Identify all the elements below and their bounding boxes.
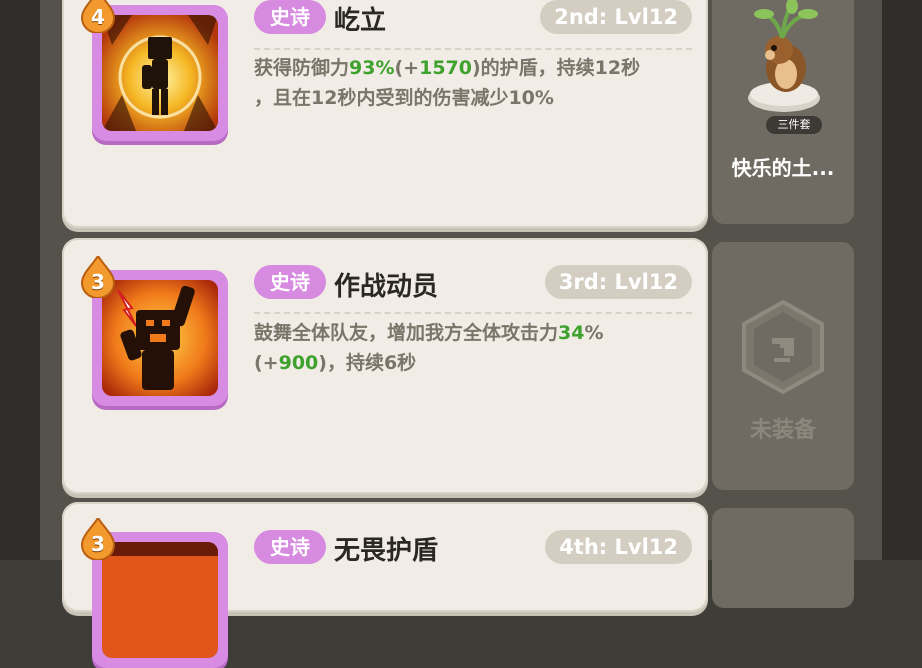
skill-description: 鼓舞全体队友，增加我方全体攻击力34% (+900)，持续6秒	[254, 322, 604, 374]
happy-groundhog-icon	[748, 0, 820, 112]
skill-card-1[interactable]: 4 史诗 屹立 2nd: Lvl12 获得防御力93%(+1570)的护盾，持续…	[62, 0, 708, 228]
skill-name: 作战动员	[334, 272, 439, 302]
skill-description: 获得防御力93%(+1570)的护盾，持续12秒 ，且在12秒内受到的伤害减少10…	[254, 57, 641, 109]
rarity-badge: 史诗	[254, 530, 326, 564]
skill-name: 无畏护盾	[334, 536, 439, 566]
skill-order-number: 4	[91, 5, 105, 29]
skill-icon-frame: 3	[80, 516, 228, 668]
skill-icon-frame: 3	[80, 254, 228, 406]
equipment-slot-2[interactable]: 未装备	[712, 242, 854, 490]
right-frame	[882, 0, 922, 560]
skill-card-3[interactable]: 3 史诗 无畏护盾 4th: Lvl12	[62, 502, 708, 668]
skill-icon-frame: 4	[80, 0, 228, 141]
skill-order-number: 3	[91, 270, 105, 294]
skill-level-badge: 2nd: Lvl12	[540, 0, 692, 34]
skill-card-2[interactable]: 3 史诗 作战动员 3rd: Lvl12 鼓舞全体队友，增加我方全体攻击力34%…	[62, 238, 708, 494]
equipment-name: 快乐的土...	[731, 156, 835, 180]
skill-order-badge: 3	[80, 516, 116, 561]
skill-name: 屹立	[334, 6, 387, 36]
divider	[254, 48, 692, 50]
set-tag: 三件套	[766, 116, 822, 134]
shield-hero-icon	[102, 15, 218, 131]
equipment-slot-3[interactable]	[712, 508, 854, 608]
skill-order-badge: 4	[80, 0, 116, 34]
skill-level-badge: 3rd: Lvl12	[544, 265, 692, 299]
equipment-slot-1[interactable]: 三件套 快乐的土...	[712, 0, 854, 224]
rally-cheer-icon	[102, 280, 218, 396]
rarity-badge: 史诗	[254, 265, 326, 299]
skill-order-badge: 3	[80, 254, 116, 299]
rarity-badge: 史诗	[254, 0, 326, 34]
left-frame	[0, 0, 40, 560]
skill-level-badge: 4th: Lvl12	[545, 530, 692, 564]
divider	[254, 312, 692, 314]
skill-order-number: 3	[91, 532, 105, 556]
fearless-shield-icon	[102, 542, 218, 658]
unequipped-label: 未装备	[749, 418, 816, 443]
empty-slot-icon	[742, 299, 824, 395]
